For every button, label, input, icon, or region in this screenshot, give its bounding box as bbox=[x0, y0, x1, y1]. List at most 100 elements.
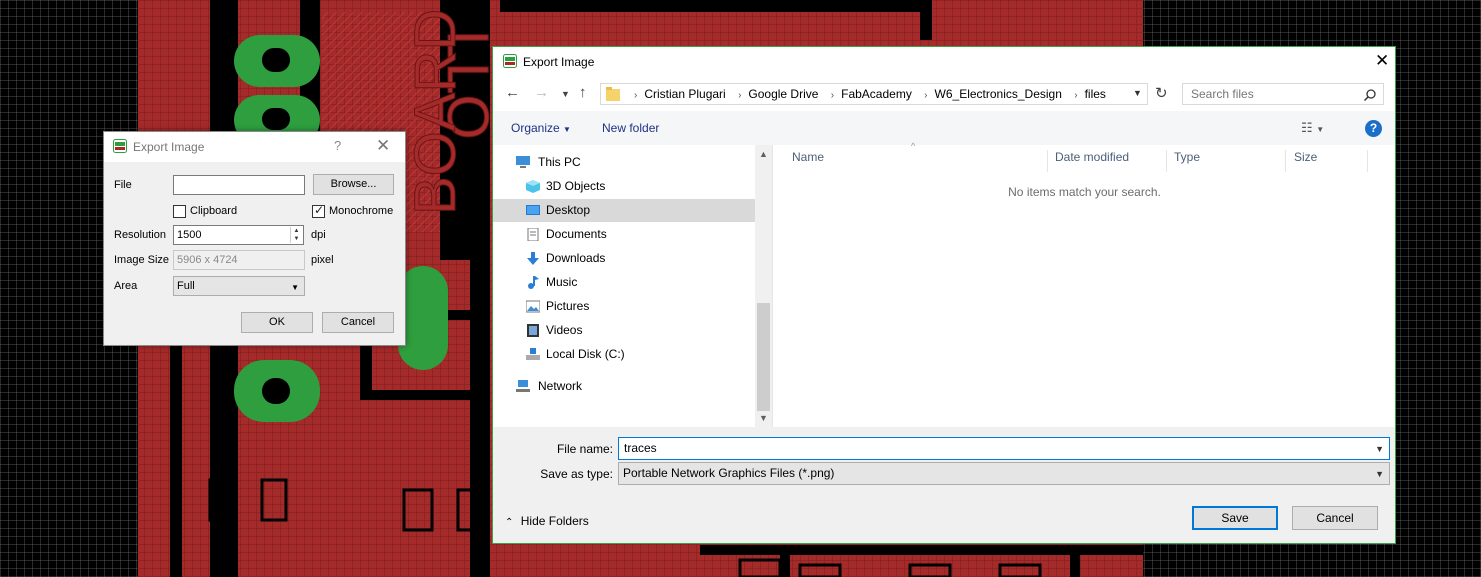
file-label: File bbox=[114, 179, 132, 191]
area-label: Area bbox=[114, 280, 138, 292]
resolution-unit: dpi bbox=[311, 229, 326, 241]
save-as-type-select[interactable]: Portable Network Graphics Files (*.png) … bbox=[618, 462, 1390, 485]
chevron-down-icon: ▼ bbox=[1375, 469, 1384, 479]
save-file-dialog: Export Image ✕ ← → ▼ ↑ › Cristian Plugari… bbox=[492, 46, 1396, 544]
desktop-icon bbox=[526, 205, 540, 215]
video-icon bbox=[527, 324, 539, 337]
nav-item-videos[interactable]: Videos bbox=[493, 319, 755, 342]
column-header-type[interactable]: Type bbox=[1166, 150, 1286, 172]
ok-button[interactable]: OK bbox=[241, 312, 313, 333]
empty-list-message: No items match your search. bbox=[1008, 185, 1161, 199]
music-icon bbox=[528, 276, 539, 289]
nav-item-network[interactable]: Network bbox=[493, 375, 755, 398]
save-as-type-value: Portable Network Graphics Files (*.png) bbox=[623, 466, 835, 480]
refresh-icon[interactable]: ↻ bbox=[1155, 84, 1168, 102]
navigation-pane: This PC 3D Objects Desktop Documents Dow… bbox=[493, 145, 773, 427]
clipboard-label: Clipboard bbox=[190, 205, 238, 217]
file-name-input[interactable]: traces ▼ bbox=[618, 437, 1390, 460]
eagle-export-image-dialog: Export Image ? ✕ File Browse... Clipboar… bbox=[103, 131, 406, 346]
save-button[interactable]: Save bbox=[1192, 506, 1278, 530]
pcb-board-text: BOARD bbox=[403, 9, 468, 215]
dropdown-arrow-icon: ▼ bbox=[291, 283, 299, 292]
resolution-value: 1500 bbox=[177, 229, 202, 241]
column-header-date-modified[interactable]: Date modified bbox=[1047, 150, 1167, 172]
close-icon[interactable]: ✕ bbox=[376, 136, 390, 156]
folder-icon bbox=[606, 87, 620, 101]
document-icon bbox=[527, 228, 539, 241]
nav-item-downloads[interactable]: Downloads bbox=[493, 247, 755, 270]
save-dialog-titlebar[interactable]: Export Image ✕ bbox=[493, 47, 1395, 77]
breadcrumb: › Cristian Plugari › Google Drive › FabAcad… bbox=[634, 87, 1106, 101]
nav-item-this-pc[interactable]: This PC bbox=[493, 151, 755, 174]
resolution-spinbox[interactable]: 1500 ▲ ▼ bbox=[173, 225, 304, 245]
image-size-field: 5906 x 4724 bbox=[173, 250, 305, 270]
image-size-label: Image Size bbox=[114, 254, 170, 266]
image-size-unit: pixel bbox=[311, 254, 334, 266]
scrollbar-thumb[interactable] bbox=[757, 303, 770, 411]
breadcrumb-item[interactable]: Cristian Plugari bbox=[644, 87, 725, 101]
nav-item-documents[interactable]: Documents bbox=[493, 223, 755, 246]
eagle-app-icon bbox=[503, 54, 517, 68]
save-options-panel: File name: traces ▼ Save as type: Portab… bbox=[493, 427, 1395, 543]
monochrome-label: Monochrome bbox=[329, 205, 394, 217]
nav-item-3d-objects[interactable]: 3D Objects bbox=[493, 175, 755, 198]
save-dialog-title: Export Image bbox=[523, 55, 595, 69]
hide-folders-label: Hide Folders bbox=[520, 514, 589, 528]
nav-item-desktop[interactable]: Desktop bbox=[493, 199, 755, 222]
view-options-icon[interactable]: ☷ ▼ bbox=[1301, 120, 1324, 136]
eagle-dialog-title: Export Image bbox=[133, 140, 205, 154]
search-placeholder: Search files bbox=[1191, 87, 1254, 101]
help-button[interactable]: ? bbox=[334, 138, 341, 153]
eagle-app-icon bbox=[113, 139, 127, 153]
monochrome-checkbox[interactable] bbox=[312, 203, 325, 218]
cancel-button[interactable]: Cancel bbox=[322, 312, 394, 333]
download-icon bbox=[527, 252, 539, 265]
browse-button[interactable]: Browse... bbox=[313, 174, 394, 195]
clipboard-checkbox[interactable] bbox=[173, 205, 186, 218]
help-icon[interactable]: ? bbox=[1365, 120, 1382, 137]
disk-icon bbox=[526, 348, 540, 360]
area-select[interactable]: Full ▼ bbox=[173, 276, 305, 296]
search-input[interactable]: Search files bbox=[1182, 83, 1384, 105]
pictures-icon bbox=[526, 300, 540, 313]
breadcrumb-item[interactable]: FabAcademy bbox=[841, 87, 912, 101]
breadcrumb-item[interactable]: files bbox=[1085, 87, 1106, 101]
column-header-size[interactable]: Size bbox=[1286, 150, 1368, 172]
resolution-label: Resolution bbox=[114, 229, 166, 241]
chevron-up-icon: ⌃ bbox=[505, 517, 514, 528]
forward-arrow-icon[interactable]: → bbox=[534, 84, 549, 101]
scroll-down-icon[interactable]: ▼ bbox=[759, 413, 768, 423]
column-header-name[interactable]: Name bbox=[784, 150, 1048, 172]
chevron-down-icon[interactable]: ▼ bbox=[1375, 444, 1384, 454]
command-bar: Organize ▼ New folder ☷ ▼ ? bbox=[493, 111, 1395, 145]
back-arrow-icon[interactable]: ← bbox=[505, 84, 520, 101]
address-bar[interactable]: › Cristian Plugari › Google Drive › FabAcad… bbox=[600, 83, 1148, 105]
nav-pane-scrollbar[interactable]: ▲ ▼ bbox=[755, 145, 772, 427]
area-value: Full bbox=[177, 280, 195, 292]
save-as-type-label: Save as type: bbox=[540, 467, 613, 481]
search-icon bbox=[1364, 89, 1376, 101]
file-name-label: File name: bbox=[556, 442, 613, 456]
cancel-button[interactable]: Cancel bbox=[1292, 506, 1378, 530]
new-folder-button[interactable]: New folder bbox=[602, 121, 659, 135]
eagle-dialog-titlebar[interactable]: Export Image ? ✕ bbox=[104, 132, 405, 162]
nav-item-local-disk[interactable]: Local Disk (C:) bbox=[493, 343, 755, 366]
hide-folders-toggle[interactable]: ⌃ Hide Folders bbox=[505, 514, 589, 528]
recent-locations-chevron-icon[interactable]: ▼ bbox=[561, 89, 570, 99]
nav-item-music[interactable]: Music bbox=[493, 271, 755, 294]
nav-item-pictures[interactable]: Pictures bbox=[493, 295, 755, 318]
file-list: ^ Name Date modified Type Size No items … bbox=[774, 141, 1395, 427]
breadcrumb-item[interactable]: W6_Electronics_Design bbox=[935, 87, 1062, 101]
close-icon[interactable]: ✕ bbox=[1375, 51, 1389, 71]
network-icon bbox=[516, 380, 530, 392]
address-dropdown-chevron-icon[interactable]: ▼ bbox=[1133, 88, 1142, 98]
spin-arrows[interactable]: ▲ ▼ bbox=[290, 227, 302, 243]
file-path-input[interactable] bbox=[173, 175, 305, 195]
up-arrow-icon[interactable]: ↑ bbox=[579, 84, 587, 101]
breadcrumb-item[interactable]: Google Drive bbox=[748, 87, 818, 101]
scroll-up-icon[interactable]: ▲ bbox=[759, 149, 768, 159]
organize-button[interactable]: Organize ▼ bbox=[511, 121, 571, 135]
cube-icon bbox=[526, 180, 540, 193]
file-name-value: traces bbox=[624, 441, 657, 455]
computer-icon bbox=[516, 156, 530, 168]
